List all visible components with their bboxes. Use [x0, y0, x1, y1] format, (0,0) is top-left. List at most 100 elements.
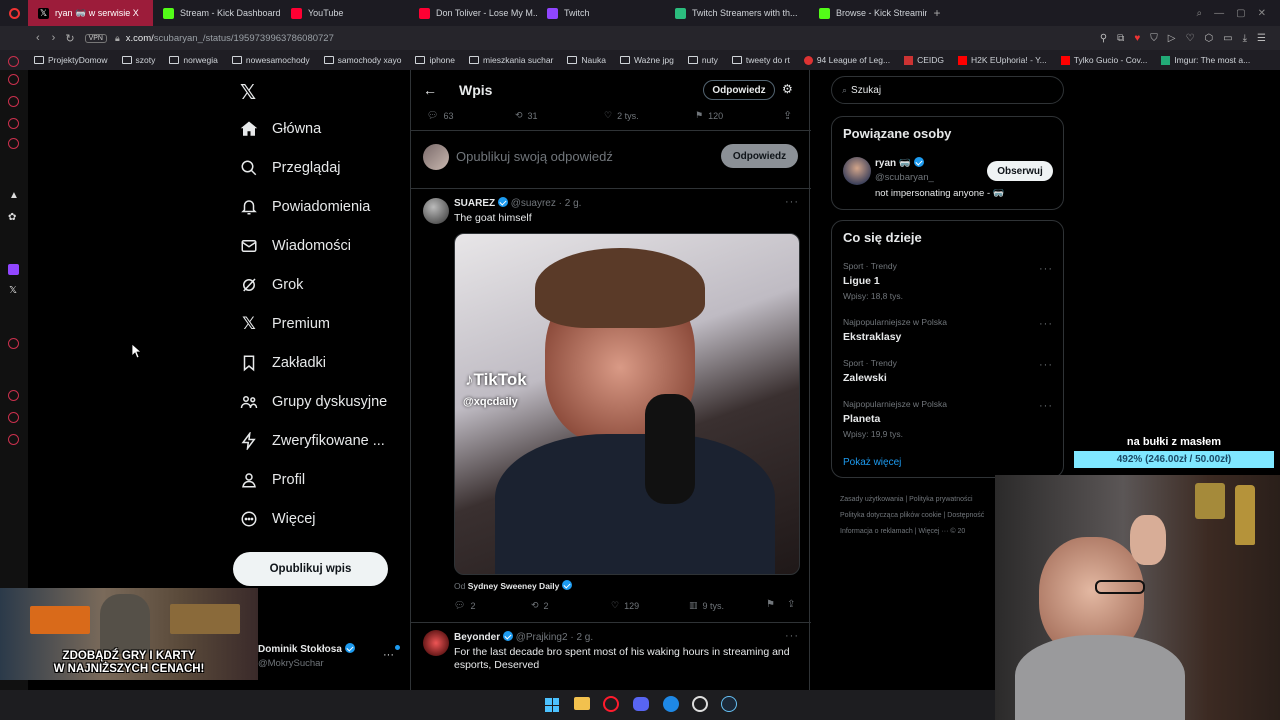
sidebar-app-icon[interactable] [8, 412, 19, 423]
play-icon[interactable]: ▷ [1168, 33, 1176, 44]
tab-x-post[interactable]: 𝕏 ryan 🥽 w serwisie X [28, 0, 153, 26]
reply-replies-stat[interactable]: 💬︎ 2 [454, 600, 475, 611]
bookmark-item[interactable]: Tylko Gucio - Cov... [1060, 55, 1147, 65]
bookmark-item[interactable]: szoty [121, 55, 155, 65]
reply-header-button[interactable]: Odpowiedz [703, 80, 775, 100]
heart-icon[interactable]: ♡ [1185, 33, 1194, 44]
menu-icon[interactable]: ☰ [1257, 33, 1266, 44]
tab-kick-browse[interactable]: Browse - Kick Streaming [809, 0, 927, 26]
pocket-icon[interactable]: ♥ [1134, 33, 1140, 44]
bookmark-item[interactable]: H2K EUphoria! - Y... [958, 55, 1047, 65]
download-icon[interactable]: ⤓ [1243, 33, 1247, 44]
trend-item[interactable]: Najpopularniejsze w Polska Planeta Wpisy… [843, 399, 947, 439]
share-icon[interactable]: ⇪ [783, 109, 792, 122]
compose-reply-button[interactable]: Odpowiedz [721, 144, 798, 168]
trend-item[interactable]: Sport · Trendy Zalewski [843, 358, 897, 384]
bookmark-icon[interactable]: ⚑ [766, 599, 775, 610]
search-tabs-icon[interactable]: ⌕ [1197, 8, 1203, 19]
sidebar-app-icon[interactable] [8, 74, 19, 85]
more-options-icon[interactable]: ··· [785, 196, 799, 208]
post-replies-stat[interactable]: 💬︎ 63 [427, 110, 453, 121]
discord-icon[interactable] [633, 697, 649, 711]
related-name[interactable]: ryan 🥽 [875, 157, 925, 169]
nav-item-communities[interactable]: Grupy dyskusyjne [240, 393, 387, 411]
nav-item-bookmarks[interactable]: Zakładki [240, 354, 326, 372]
nav-item-premium[interactable]: 𝕏 Premium [240, 314, 330, 333]
bookmark-item[interactable]: nuty [687, 55, 718, 65]
url-field[interactable]: x.com/scubaryan_/status/1959739963786080… [126, 33, 334, 44]
bookmark-item[interactable]: ProjektyDomow [34, 55, 108, 65]
bookmark-item[interactable]: nowesamochody [231, 55, 310, 65]
follow-button[interactable]: Obserwuj [987, 161, 1053, 181]
shield-icon[interactable]: ⛉ [1150, 33, 1158, 44]
search-input[interactable]: ⌕ Szukaj [831, 76, 1064, 104]
trend-more-icon[interactable]: ··· [1039, 359, 1053, 371]
trend-item[interactable]: Sport · Trendy Ligue 1 Wpisy: 18,8 tys. [843, 261, 903, 301]
obs-icon[interactable] [692, 696, 708, 712]
tab-twitch[interactable]: Twitch [537, 0, 665, 26]
avatar[interactable] [423, 198, 449, 224]
account-switcher[interactable]: Dominik Stokłosa @MokrySuchar ··· [258, 643, 408, 669]
tab-kick-dashboard[interactable]: Stream - Kick Dashboard [153, 0, 281, 26]
post-time[interactable]: 2 g. [565, 198, 582, 209]
footer-link[interactable]: Polityka dotycząca plików cookie [840, 512, 942, 519]
footer-link[interactable]: Dostępność [947, 512, 984, 519]
footer-link[interactable]: Polityka prywatności [909, 496, 972, 503]
more-options-icon[interactable]: ··· [785, 630, 799, 642]
bookmark-item[interactable]: iphone [415, 55, 455, 65]
x-icon[interactable]: 𝕏 [9, 285, 17, 296]
tab-youtube[interactable]: YouTube [281, 0, 409, 26]
nav-item-verified-orgs[interactable]: Zweryfikowane ... [240, 432, 385, 450]
aria-icon[interactable]: ▲ [9, 190, 19, 201]
wallet-icon[interactable]: ▭ [1223, 33, 1232, 44]
history-icon[interactable] [8, 56, 19, 67]
close-icon[interactable]: ✕ [1258, 8, 1266, 19]
post-time[interactable]: 2 g. [576, 632, 593, 643]
tab-don-toliver[interactable]: Don Toliver - Lose My M... [409, 0, 537, 26]
share-icon[interactable]: ⇪ [787, 599, 795, 610]
show-more-link[interactable]: Pokaż więcej [843, 457, 901, 468]
bookmark-item[interactable]: samochody xayo [323, 55, 401, 65]
reply-likes-stat[interactable]: ♡ 129 [611, 600, 639, 611]
post-bookmarks-stat[interactable]: ⚑ 120 [695, 110, 723, 121]
trend-more-icon[interactable]: ··· [1039, 400, 1053, 412]
nav-item-messages[interactable]: Wiadomości [240, 237, 351, 255]
sidebar-app-icon[interactable] [8, 138, 19, 149]
media-source-link[interactable]: Sydney Sweeney Daily [468, 581, 560, 591]
post-button[interactable]: Opublikuj wpis [233, 552, 388, 586]
bookmark-item[interactable]: mieszkania suchar [469, 55, 553, 65]
opera-icon[interactable] [603, 696, 619, 712]
nav-item-notifications[interactable]: Powiadomienia [240, 198, 370, 216]
nav-item-more[interactable]: Więcej [240, 510, 316, 528]
tab-twitch-streamers[interactable]: Twitch Streamers with th... [665, 0, 809, 26]
author-handle[interactable]: @Prajking2 [516, 632, 568, 643]
reload-icon[interactable]: ↻ [65, 32, 74, 45]
post-likes-stat[interactable]: ♡ 2 tys. [604, 110, 639, 121]
opera-logo-icon[interactable] [0, 7, 28, 19]
trend-item[interactable]: Najpopularniejsze w Polska Ekstraklasy [843, 317, 947, 343]
bookmark-item[interactable]: Imgur: The most a... [1161, 55, 1250, 65]
bookmark-item[interactable]: CEIDG [904, 55, 944, 65]
trend-more-icon[interactable]: ··· [1039, 263, 1053, 275]
sidebar-app-icon[interactable] [8, 338, 19, 349]
steam-icon[interactable] [721, 696, 737, 712]
nav-item-profile[interactable]: Profil [240, 471, 305, 489]
bookmark-item[interactable]: norwegia [169, 55, 218, 65]
footer-link[interactable]: Zasady użytkowania [840, 496, 903, 503]
nav-item-explore[interactable]: Przeglądaj [240, 159, 341, 177]
bookmark-item[interactable]: tweety do rt [731, 55, 790, 65]
author-handle[interactable]: @suayrez [511, 198, 556, 209]
back-icon[interactable]: ‹ [36, 32, 40, 44]
bookmark-item[interactable]: 94 League of Leg... [803, 55, 890, 65]
bookmark-item[interactable]: Nauka [567, 55, 606, 65]
footer-link[interactable]: Informacja o reklamach [840, 528, 913, 535]
maximize-icon[interactable]: ▢ [1236, 8, 1245, 19]
new-tab-button[interactable]: + [927, 6, 947, 20]
sidebar-app-icon[interactable] [8, 96, 19, 107]
avatar[interactable] [843, 157, 871, 185]
reply-reposts-stat[interactable]: ⟲ 2 [531, 600, 549, 611]
nav-item-grok[interactable]: Grok [240, 276, 303, 294]
chatgpt-icon[interactable]: ✿ [8, 212, 16, 223]
bookmark-item[interactable]: Ważne jpg [619, 55, 674, 65]
pin-icon[interactable]: ⚲ [1100, 33, 1107, 44]
